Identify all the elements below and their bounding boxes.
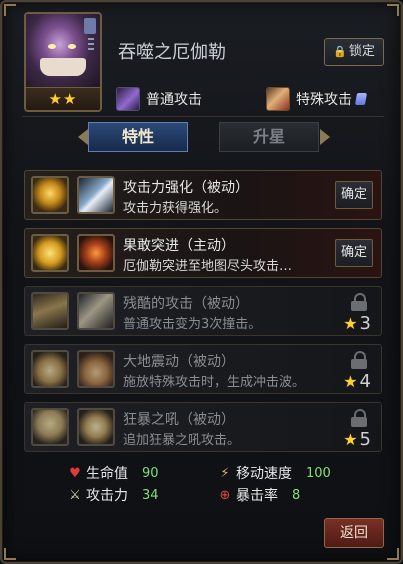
stat-label: 暴击率	[236, 488, 278, 504]
shockwave-icon	[77, 350, 115, 388]
skill-row-charge[interactable]: 果敢突进（主动） 厄伽勒突进至地图尽头攻击… 确定	[24, 228, 382, 278]
sword-icon: ⚔	[69, 487, 81, 503]
confirm-button[interactable]: 确定	[335, 181, 373, 209]
stat-value: 90	[142, 465, 159, 481]
frame-corner	[387, 548, 399, 560]
star-icon: ★	[343, 430, 358, 449]
hero-eye	[48, 44, 56, 49]
heart-icon: ♥	[69, 465, 81, 481]
confirm-button[interactable]: 确定	[335, 239, 373, 267]
normal-attack-label: 普通攻击	[146, 92, 202, 108]
skill-row-rage-roar[interactable]: 狂暴之吼（被动） 追加狂暴之吼攻击。 ★ 5	[24, 402, 382, 452]
skill-description: 普通攻击变为3次撞击。	[123, 317, 262, 332]
hero-star-rating: ★★	[26, 87, 100, 110]
stat-crit: ⊕ 暴击率 8	[218, 486, 301, 505]
hero-name: 吞噬之厄伽勒	[118, 42, 226, 63]
padlock-icon	[351, 293, 367, 311]
claw-strike-icon	[77, 292, 115, 330]
back-button[interactable]: 返回	[324, 518, 384, 548]
passive-trait-icon	[31, 176, 69, 214]
skill-name: 果敢突进（主动）	[123, 238, 235, 254]
required-stars: ★ 5	[343, 429, 371, 450]
level-dots-icon	[88, 38, 94, 52]
special-attack-icon	[266, 87, 290, 111]
normal-attack-info[interactable]: 普通攻击	[116, 86, 202, 112]
skill-row-brutal-attack[interactable]: 残酷的攻击（被动） 普通攻击变为3次撞击。 ★ 3	[24, 286, 382, 336]
stat-value: 8	[292, 487, 301, 503]
skill-name: 大地震动（被动）	[123, 354, 235, 370]
skill-name: 狂暴之吼（被动）	[123, 412, 235, 428]
required-stars: ★ 3	[343, 313, 371, 334]
tab-right-ornament-icon	[320, 129, 330, 145]
stat-attack: ⚔ 攻击力 34	[68, 486, 159, 505]
stat-label: 攻击力	[86, 488, 128, 504]
gem-icon	[354, 93, 368, 105]
passive-trait-icon	[31, 292, 69, 330]
normal-attack-icon	[116, 87, 140, 111]
hero-jaw	[40, 58, 86, 76]
star-icon: ★	[343, 314, 358, 333]
stat-label: 生命值	[86, 466, 128, 482]
stat-hp: ♥ 生命值 90	[68, 464, 159, 483]
stat-value: 34	[142, 487, 159, 503]
charge-icon	[77, 234, 115, 272]
skill-description: 攻击力获得强化。	[123, 201, 228, 216]
tab-traits[interactable]: 特性	[88, 122, 188, 152]
skill-name: 攻击力强化（被动）	[123, 180, 249, 196]
special-attack-info[interactable]: 特殊攻击	[266, 86, 368, 112]
frame-corner	[387, 4, 399, 16]
padlock-icon	[351, 351, 367, 369]
stat-label: 移动速度	[236, 466, 292, 482]
skill-description: 追加狂暴之吼攻击。	[123, 433, 241, 448]
frame-corner	[4, 4, 16, 16]
lock-icon: 🔒	[333, 45, 347, 58]
passive-trait-icon	[31, 350, 69, 388]
divider	[22, 116, 384, 117]
required-stars: ★ 4	[343, 371, 371, 392]
tab-left-ornament-icon	[78, 129, 88, 145]
padlock-icon	[351, 409, 367, 427]
skill-row-attack-boost[interactable]: 攻击力强化（被动） 攻击力获得强化。 确定	[24, 170, 382, 220]
lock-button[interactable]: 🔒 锁定	[324, 38, 384, 66]
skill-name: 残酷的攻击（被动）	[123, 296, 249, 312]
lock-button-label: 锁定	[348, 44, 375, 59]
passive-trait-icon	[31, 408, 69, 446]
skill-row-earthquake[interactable]: 大地震动（被动） 施放特殊攻击时，生成冲击波。 ★ 4	[24, 344, 382, 394]
hero-portrait[interactable]: ★★	[24, 12, 102, 112]
tab-upgrade[interactable]: 升星	[219, 122, 319, 152]
skill-description: 施放特殊攻击时，生成冲击波。	[123, 375, 306, 390]
stat-move-speed: ⚡ 移动速度 100	[218, 464, 331, 483]
boot-icon: ⚡	[220, 465, 230, 481]
special-attack-label: 特殊攻击	[296, 92, 352, 108]
star-icon: ★	[343, 372, 358, 391]
stat-value: 100	[306, 465, 331, 481]
roar-icon	[77, 408, 115, 446]
crosshair-icon: ⊕	[219, 487, 231, 503]
frame-corner	[4, 548, 16, 560]
attack-boost-icon	[77, 176, 115, 214]
active-trait-icon	[31, 234, 69, 272]
class-badge-icon	[84, 18, 96, 34]
hero-detail-panel: ★★ 吞噬之厄伽勒 🔒 锁定 普通攻击 特殊攻击 特性 升星 攻击力强化（被动） …	[0, 0, 403, 564]
hero-eye	[68, 44, 76, 49]
skill-description: 厄伽勒突进至地图尽头攻击…	[123, 259, 293, 274]
